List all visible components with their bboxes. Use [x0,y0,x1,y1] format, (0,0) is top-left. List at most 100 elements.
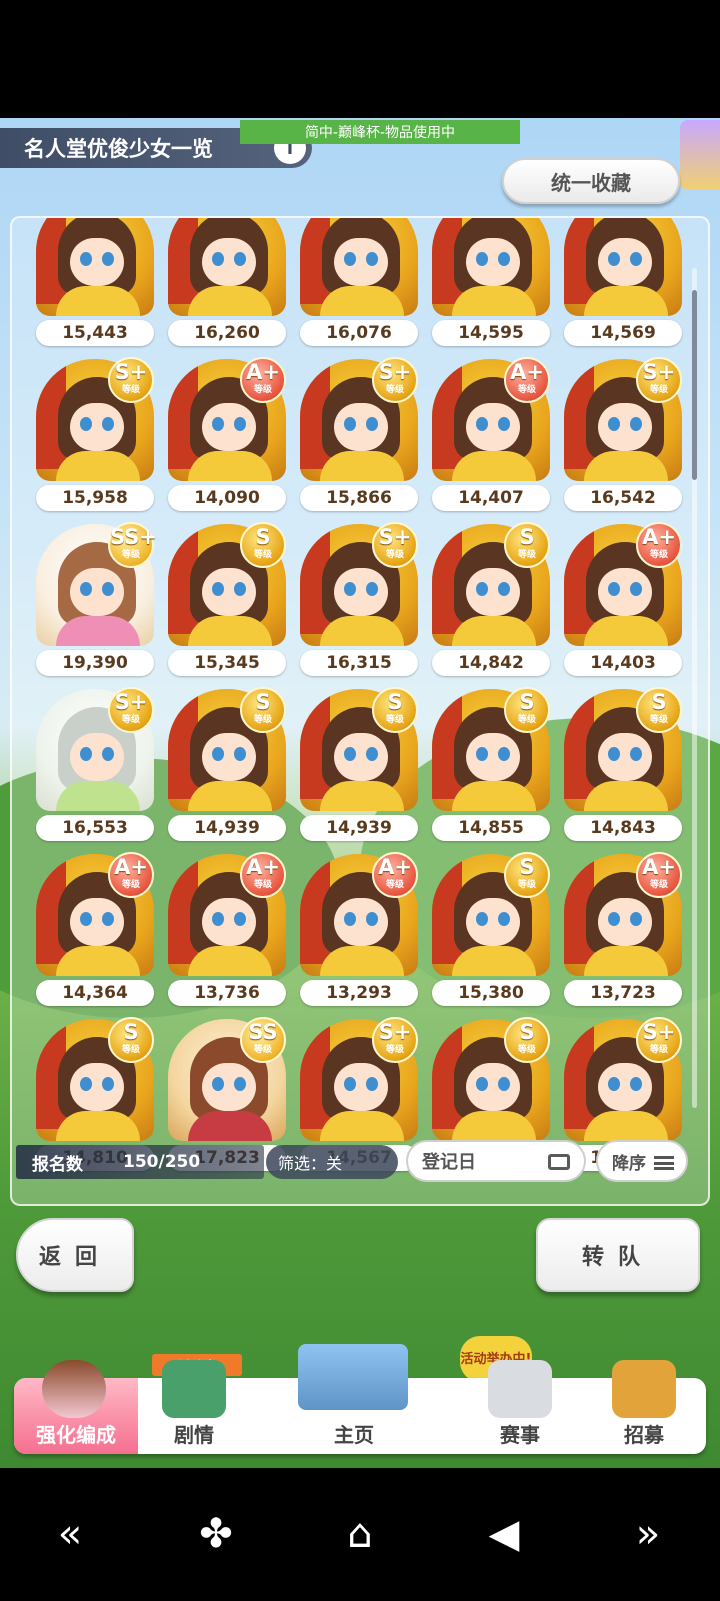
filter-button[interactable]: 筛选：关 [266,1145,398,1179]
tab-enhance[interactable]: 强化编成 [14,1360,138,1454]
tab-recruit[interactable]: 招募 [582,1360,706,1454]
rank-letter: S+ [642,360,676,384]
portrait-eyel [80,1077,92,1091]
rank-letter: A+ [642,525,676,549]
rank-badge-icon: S 等级 [504,852,550,898]
character-card[interactable]: 15,443 [34,218,158,354]
portrait-eyel [476,912,488,926]
portrait-face [70,238,124,286]
portrait-eyer [366,1077,378,1091]
rank-badge-icon: S 等级 [636,687,682,733]
scrollbar-thumb[interactable] [692,290,697,480]
rank-badge-icon: S 等级 [504,1017,550,1063]
character-card[interactable]: A+ 等级 14,403 [562,520,686,684]
character-card[interactable]: S+ 等级 16,553 [34,685,158,849]
card-list-panel: 15,443 16,260 16,076 14,595 14,569 S+ 等级 15,958… [10,216,710,1206]
rank-letter: S [519,525,535,549]
back-button[interactable]: 返回 [16,1218,134,1292]
character-card[interactable]: A+ 等级 13,293 [298,850,422,1014]
sort-key-button[interactable]: 登记日 [406,1140,586,1182]
character-card[interactable]: A+ 等级 13,723 [562,850,686,1014]
portrait-face [70,1063,124,1111]
rank-badge-icon: SS+ 等级 [108,522,157,568]
rank-badge-icon: SS 等级 [240,1017,286,1063]
rank-letter: S+ [642,1020,676,1044]
tab-home[interactable]: 主页 [250,1344,458,1454]
portrait-eyel [608,582,620,596]
portrait-face [598,1063,652,1111]
rank-badge-icon: S+ 等级 [108,687,154,733]
rank-badge-icon: S 等级 [504,687,550,733]
portrait-eyer [366,417,378,431]
portrait-eyel [344,417,356,431]
portrait-eyer [102,417,114,431]
character-card[interactable]: S+ 等级 15,866 [298,355,422,519]
character-card[interactable]: S+ 等级 15,958 [34,355,158,519]
card-score: 15,443 [36,320,154,346]
portrait-eyer [234,1077,246,1091]
character-card[interactable]: S 等级 15,345 [166,520,290,684]
rank-badge-icon: S 等级 [108,1017,154,1063]
rank-sub-label: 等级 [385,880,404,890]
rank-badge-icon: S+ 等级 [372,522,418,568]
portrait-eyer [498,747,510,761]
character-card[interactable]: A+ 等级 13,736 [166,850,290,1014]
portrait-eyel [212,747,224,761]
portrait-eyer [366,252,378,266]
character-card[interactable]: S 等级 14,843 [562,685,686,849]
sort-order-button[interactable]: 降序 [596,1140,688,1182]
collect-all-button[interactable]: 统一收藏 [502,158,680,204]
portrait-face [334,403,388,451]
portrait-face [466,898,520,946]
character-card[interactable]: 14,569 [562,218,686,354]
rank-sub-label: 等级 [121,385,140,395]
card-score: 13,736 [168,980,286,1006]
portrait-eyel [344,1077,356,1091]
card-score: 14,843 [564,815,682,841]
portrait-face [598,733,652,781]
avatar[interactable] [680,120,720,190]
portrait-face [70,568,124,616]
rank-sub-label: 等级 [517,715,536,725]
rank-badge-icon: A+ 等级 [240,852,286,898]
portrait-face [466,238,520,286]
character-card[interactable]: S 等级 14,939 [166,685,290,849]
tab-story[interactable]: 剧情 [138,1360,250,1454]
character-card[interactable]: S 等级 15,380 [430,850,554,1014]
portrait-eyel [212,912,224,926]
portrait-face [598,568,652,616]
rank-badge-icon: S+ 等级 [636,1017,682,1063]
transfer-team-button[interactable]: 转队 [536,1218,700,1292]
character-card[interactable]: 16,260 [166,218,290,354]
character-card[interactable]: S+ 等级 16,315 [298,520,422,684]
card-score: 16,553 [36,815,154,841]
portrait-eyer [630,747,642,761]
portrait-eyer [498,912,510,926]
character-card[interactable]: 16,076 [298,218,422,354]
nav-apps-icon[interactable]: ✤ [186,1504,246,1564]
rank-badge-icon: S 等级 [372,687,418,733]
rank-letter: S [123,1020,139,1044]
tab-race[interactable]: 赛事 [458,1360,582,1454]
portrait-face [70,403,124,451]
nav-back-icon[interactable]: ◀ [474,1504,534,1564]
rank-letter: S+ [114,360,148,384]
character-card[interactable]: A+ 等级 14,090 [166,355,290,519]
portrait-eyer [102,912,114,926]
character-card[interactable]: A+ 等级 14,407 [430,355,554,519]
nav-forward-double-icon[interactable]: » [618,1504,678,1564]
card-score: 14,403 [564,650,682,676]
rank-sub-label: 等级 [253,550,272,560]
portrait-eyer [498,252,510,266]
character-card[interactable]: S 等级 14,855 [430,685,554,849]
character-card[interactable]: S 等级 14,939 [298,685,422,849]
rank-letter: S+ [378,1020,412,1044]
character-card[interactable]: S 等级 14,842 [430,520,554,684]
nav-home-icon[interactable]: ⌂ [330,1504,390,1564]
character-card[interactable]: A+ 等级 14,364 [34,850,158,1014]
portrait-eyel [344,747,356,761]
character-card[interactable]: SS+ 等级 19,390 [34,520,158,684]
nav-back-double-icon[interactable]: « [40,1504,100,1564]
character-card[interactable]: 14,595 [430,218,554,354]
character-card[interactable]: S+ 等级 16,542 [562,355,686,519]
